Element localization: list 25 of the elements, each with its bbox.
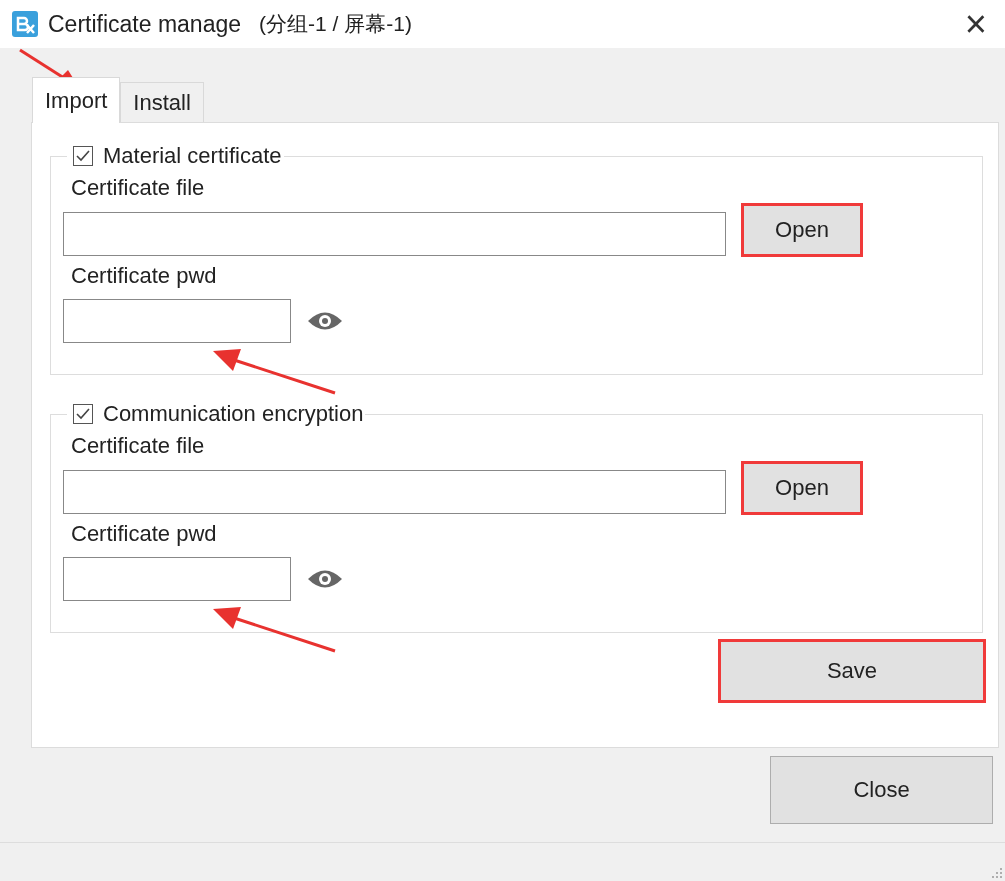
- close-button[interactable]: ×: [956, 5, 995, 43]
- close-dialog-button[interactable]: Close: [770, 756, 993, 824]
- field-label: Certificate file: [71, 433, 206, 459]
- tab[interactable]: Import: [32, 77, 121, 123]
- tab[interactable]: Install: [120, 82, 204, 122]
- checkbox-label: Communication encryption: [103, 401, 364, 427]
- save-button[interactable]: Save: [718, 639, 986, 703]
- password-field[interactable]: [63, 557, 291, 601]
- eye-icon[interactable]: [307, 310, 343, 332]
- open-button[interactable]: Open: [741, 203, 863, 257]
- field-label: Certificate pwd: [71, 521, 218, 547]
- app-logo-icon: [12, 11, 38, 37]
- checkbox[interactable]: [73, 404, 93, 424]
- file-path-field[interactable]: [63, 212, 726, 256]
- open-button[interactable]: Open: [741, 461, 863, 515]
- eye-icon[interactable]: [307, 568, 343, 590]
- checkbox[interactable]: [73, 146, 93, 166]
- checkbox-label: Material certificate: [103, 143, 282, 169]
- file-path-field[interactable]: [63, 470, 726, 514]
- field-label: Certificate pwd: [71, 263, 218, 289]
- resize-grip-icon: [991, 867, 1003, 879]
- password-field[interactable]: [63, 299, 291, 343]
- window-title: Certificate manage: [48, 10, 242, 38]
- window-subtitle: (分组-1 / 屏幕-1): [259, 11, 412, 37]
- field-label: Certificate file: [71, 175, 206, 201]
